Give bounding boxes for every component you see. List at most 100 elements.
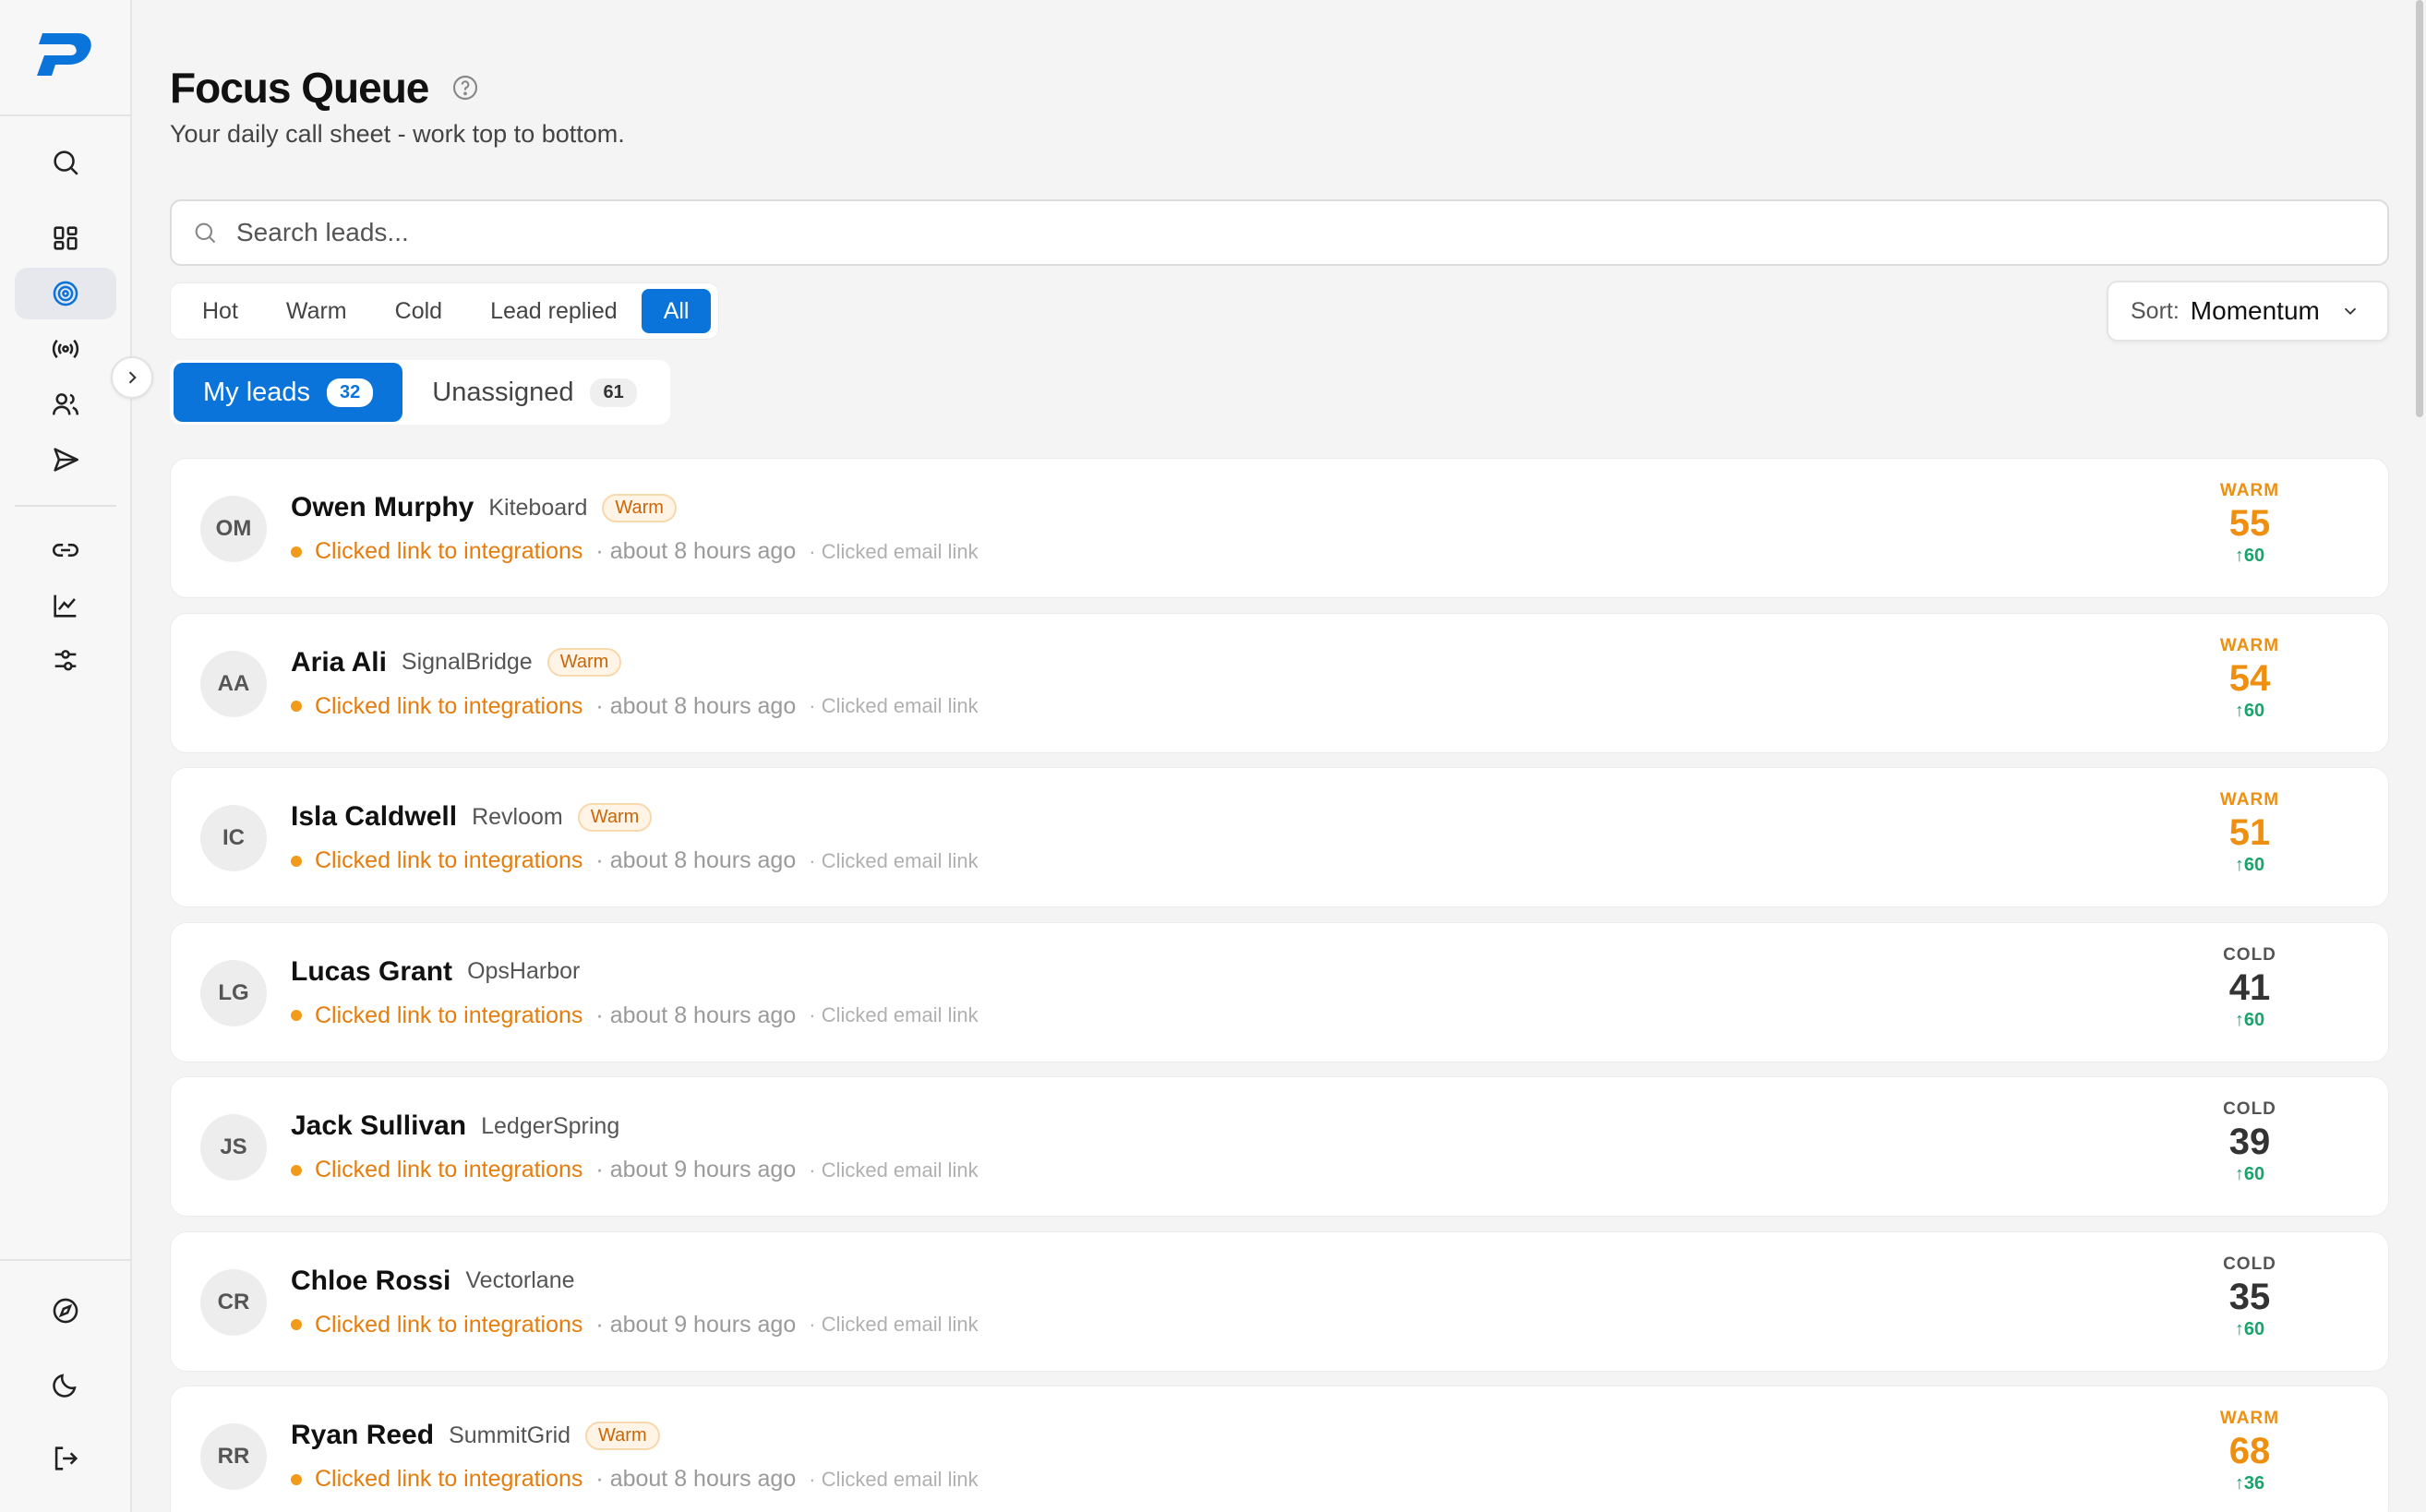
- lead-activity: Clicked link to integrations: [315, 538, 583, 564]
- score-temperature: COLD: [2223, 1254, 2276, 1274]
- lead-activity-row: Clicked link to integrations · about 8 h…: [291, 693, 979, 720]
- score-delta: ↑60: [2234, 700, 2265, 721]
- compass-icon: [53, 1298, 78, 1324]
- lead-source: · Clicked email link: [809, 848, 979, 872]
- lead-company: Vectorlane: [465, 1267, 575, 1293]
- momentum-score: WARM 51 ↑60: [2194, 790, 2305, 876]
- score-value: 51: [2228, 812, 2271, 853]
- filter-cold[interactable]: Cold: [371, 289, 466, 333]
- lead-activity-row: Clicked link to integrations · about 8 h…: [291, 1466, 979, 1493]
- lead-header: Jack Sullivan LedgerSpring: [291, 1110, 619, 1142]
- activity-dot: [291, 546, 302, 558]
- sidebar-item-theme[interactable]: [15, 1359, 116, 1410]
- lead-activity: Clicked link to integrations: [315, 847, 583, 873]
- activity-dot: [291, 701, 302, 712]
- scrollbar-thumb[interactable]: [2416, 0, 2423, 417]
- avatar-initials: OM: [215, 516, 252, 541]
- users-icon: [52, 393, 79, 415]
- status-badge: Warm: [602, 493, 677, 522]
- score-temperature: WARM: [2219, 481, 2280, 500]
- search-icon: [195, 222, 216, 244]
- brand-logo-icon[interactable]: [33, 28, 98, 79]
- score-delta: ↑60: [2234, 855, 2265, 875]
- chevron-right-icon: [128, 371, 137, 384]
- lead-name: Chloe Rossi: [291, 1265, 451, 1296]
- sidebar: [0, 0, 132, 1512]
- momentum-score: COLD 41 ↑60: [2194, 945, 2305, 1031]
- lead-source: · Clicked email link: [809, 1158, 979, 1182]
- sort-dropdown[interactable]: Sort: Momentum: [2107, 281, 2389, 342]
- lead-activity: Clicked link to integrations: [315, 1466, 583, 1492]
- lead-card[interactable]: IC Isla Caldwell Revloom Warm Clicked li…: [170, 767, 2389, 907]
- lead-company: SignalBridge: [401, 649, 533, 675]
- filter-hot[interactable]: Hot: [178, 289, 262, 333]
- momentum-score: COLD 35 ↑60: [2194, 1254, 2305, 1340]
- filter-all[interactable]: All: [641, 289, 712, 333]
- score-delta: ↑60: [2234, 1318, 2265, 1339]
- lead-source: · Clicked email link: [809, 1313, 979, 1336]
- sidebar-item-links[interactable]: [15, 524, 116, 576]
- lead-card[interactable]: RR Ryan Reed SummitGrid Warm Clicked lin…: [170, 1386, 2389, 1512]
- sidebar-item-analytics[interactable]: [15, 580, 116, 631]
- sidebar-item-contacts[interactable]: [15, 378, 116, 430]
- lead-header: Lucas Grant OpsHarbor: [291, 956, 580, 988]
- avatar: CR: [200, 1268, 267, 1336]
- broadcast-icon: [52, 339, 79, 359]
- activity-dot: [291, 1164, 302, 1176]
- score-delta: ↑60: [2234, 1009, 2265, 1030]
- lead-source: · Clicked email link: [809, 539, 979, 563]
- score-value: 54: [2228, 657, 2271, 699]
- temperature-filter: Hot Warm Cold Lead replied All: [170, 282, 720, 340]
- sidebar-item-broadcast[interactable]: [15, 323, 116, 375]
- sidebar-item-focus-queue[interactable]: [15, 268, 116, 319]
- status-badge: Warm: [585, 1421, 660, 1450]
- search-input[interactable]: [236, 218, 2267, 247]
- lead-time: · about 8 hours ago: [595, 1466, 797, 1492]
- lead-activity: Clicked link to integrations: [315, 1311, 583, 1338]
- status-badge: Warm: [546, 648, 622, 677]
- lead-header: Isla Caldwell Revloom Warm: [291, 801, 653, 833]
- activity-dot: [291, 1473, 302, 1485]
- lead-card[interactable]: JS Jack Sullivan LedgerSpring Clicked li…: [170, 1076, 2389, 1217]
- sidebar-expand-button[interactable]: [111, 356, 153, 399]
- lead-name: Jack Sullivan: [291, 1110, 467, 1141]
- avatar: RR: [200, 1423, 267, 1490]
- scrollbar[interactable]: [2411, 0, 2426, 1512]
- lead-time: · about 9 hours ago: [595, 1311, 797, 1338]
- send-icon: [54, 448, 79, 472]
- tab-unassigned[interactable]: Unassigned 61: [402, 363, 666, 422]
- moon-icon: [53, 1374, 77, 1398]
- lead-company: SummitGrid: [449, 1422, 571, 1448]
- lead-card[interactable]: AA Aria Ali SignalBridge Warm Clicked li…: [170, 612, 2389, 753]
- filter-warm[interactable]: Warm: [262, 289, 371, 333]
- help-icon[interactable]: [450, 73, 480, 102]
- avatar: LG: [200, 959, 267, 1026]
- logout-icon: [54, 1446, 78, 1470]
- sidebar-item-explore[interactable]: [15, 1285, 116, 1337]
- sort-value: Momentum: [2190, 296, 2320, 325]
- sidebar-divider: [0, 114, 132, 116]
- avatar-initials: RR: [217, 1444, 250, 1469]
- lead-card[interactable]: CR Chloe Rossi Vectorlane Clicked link t…: [170, 1230, 2389, 1372]
- lead-company: LedgerSpring: [481, 1112, 620, 1139]
- momentum-score: WARM 54 ↑60: [2194, 636, 2305, 722]
- tab-label: Unassigned: [432, 377, 574, 407]
- score-delta: ↑36: [2234, 1473, 2265, 1494]
- filter-lead-replied[interactable]: Lead replied: [466, 289, 642, 333]
- tab-my-leads[interactable]: My leads 32: [174, 363, 403, 422]
- sidebar-item-send[interactable]: [15, 434, 116, 486]
- lead-card[interactable]: OM Owen Murphy Kiteboard Warm Clicked li…: [170, 458, 2389, 598]
- avatar: OM: [200, 496, 267, 562]
- lead-time: · about 8 hours ago: [595, 1002, 797, 1028]
- lead-activity: Clicked link to integrations: [315, 692, 583, 719]
- page-header: Focus Queue: [170, 63, 480, 113]
- lead-card[interactable]: LG Lucas Grant OpsHarbor Clicked link to…: [170, 921, 2389, 1062]
- lead-company: Kiteboard: [488, 494, 588, 521]
- activity-dot: [291, 1010, 302, 1021]
- lead-activity-row: Clicked link to integrations · about 9 h…: [291, 1157, 979, 1183]
- avatar: IC: [200, 805, 267, 871]
- sidebar-item-filters[interactable]: [15, 635, 116, 687]
- sidebar-item-search[interactable]: [15, 137, 116, 188]
- sidebar-item-dashboard[interactable]: [15, 212, 116, 264]
- sidebar-item-logout[interactable]: [15, 1433, 116, 1484]
